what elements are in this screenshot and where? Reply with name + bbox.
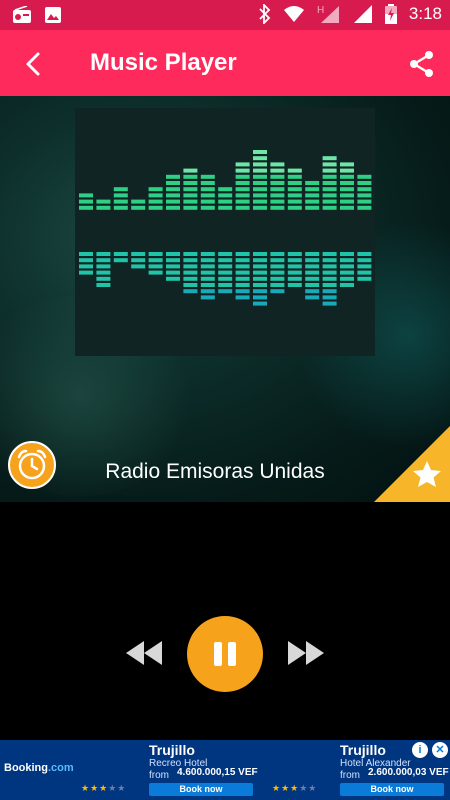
pause-icon (214, 642, 222, 666)
info-icon[interactable]: i (412, 742, 428, 758)
close-icon[interactable]: ✕ (432, 742, 448, 758)
ad-rating-stars: ★★★★★ (272, 783, 318, 793)
svg-text:H: H (317, 5, 324, 16)
radio-icon (13, 6, 31, 23)
now-playing-cover: Radio Emisoras Unidas (0, 96, 450, 502)
ad-from-label: from (149, 770, 169, 781)
ad-rating-stars: ★★★★★ (81, 783, 127, 793)
ad-price: 2.600.000,03 VEF (368, 767, 449, 778)
share-icon[interactable] (408, 50, 436, 78)
bluetooth-icon (259, 4, 271, 24)
album-artwork (75, 108, 375, 356)
status-time: 3:18 (408, 4, 442, 23)
book-now-button[interactable]: Book now (149, 783, 253, 796)
ad-choices[interactable]: i ✕ (412, 742, 448, 758)
rewind-icon[interactable] (124, 638, 164, 668)
arrow-back-icon[interactable] (18, 49, 48, 79)
ad-price: 4.600.000,15 VEF (177, 767, 258, 778)
ad-from-label: from (340, 770, 360, 781)
fast-forward-icon[interactable] (286, 638, 326, 668)
network-h-icon: H (317, 5, 339, 23)
signal-icon (353, 5, 372, 23)
battery-charging-icon (384, 4, 397, 24)
ad-city: Trujillo (340, 742, 386, 758)
pause-button[interactable] (187, 616, 263, 692)
page-title: Music Player (90, 49, 237, 76)
ad-brand-logo: Booking.com (4, 762, 74, 774)
ad-card[interactable]: Trujillo Recreo Hotel from 4.600.000,15 … (81, 740, 259, 800)
status-bar: H 3:18 (0, 0, 450, 30)
station-name: Radio Emisoras Unidas (105, 460, 325, 483)
favorite-button[interactable] (374, 426, 450, 502)
player-controls (0, 502, 450, 740)
equalizer-artwork-image (79, 150, 372, 306)
image-icon (45, 7, 61, 23)
ad-banner[interactable]: Booking.com Trujillo Recreo Hotel from 4… (0, 740, 450, 800)
app-bar: Music Player (0, 30, 450, 96)
wifi-icon (283, 6, 304, 22)
ad-city: Trujillo (149, 742, 195, 758)
book-now-button[interactable]: Book now (340, 783, 444, 796)
